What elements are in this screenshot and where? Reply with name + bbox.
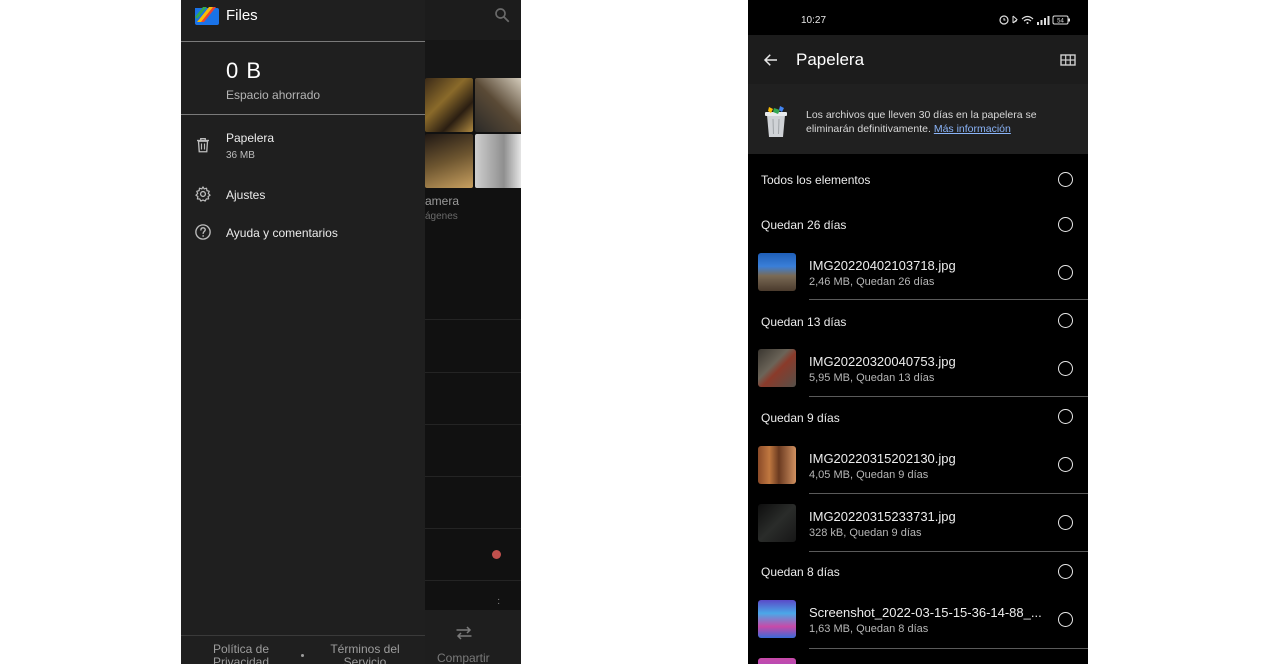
file-radio[interactable]: [1058, 361, 1073, 376]
camera-folder-label: amera: [425, 194, 460, 208]
list-divider: [425, 424, 521, 425]
privacy-policy-link[interactable]: Política de Privacidad: [201, 643, 281, 664]
trash-icon: [197, 137, 209, 153]
group-label: Quedan 26 días: [761, 218, 847, 232]
row-divider: [809, 396, 1088, 397]
file-radio[interactable]: [1058, 612, 1073, 627]
file-radio[interactable]: [1058, 457, 1073, 472]
battery-level: 54: [1057, 19, 1064, 25]
file-name: IMG20220315202130.jpg: [809, 451, 956, 466]
group-radio[interactable]: [1058, 313, 1073, 328]
group-radio[interactable]: [1058, 217, 1073, 232]
share-arrows-icon[interactable]: [455, 626, 473, 640]
files-logo-icon: [195, 7, 219, 25]
space-saved-amount: 0 B: [226, 58, 263, 83]
file-name: Screenshot_2022-03-15-15-36-14-88_...: [809, 605, 1042, 620]
group-label: Quedan 8 días: [761, 565, 840, 579]
list-divider: [425, 372, 521, 373]
app-title: Files: [226, 7, 258, 24]
file-name: IMG20220402103718.jpg: [809, 258, 956, 273]
file-thumbnail: [758, 446, 796, 484]
file-name: IMG20220315233731.jpg: [809, 509, 956, 524]
drawer-divider: [181, 41, 425, 42]
grid-view-icon[interactable]: [1060, 52, 1076, 68]
select-all-label: Todos los elementos: [761, 173, 871, 187]
footer-separator: [301, 654, 304, 657]
row-divider: [809, 493, 1088, 494]
list-divider: [425, 580, 521, 581]
list-divider: [425, 528, 521, 529]
search-icon[interactable]: [493, 6, 511, 24]
file-thumbnail: [758, 600, 796, 638]
back-arrow-icon[interactable]: [762, 51, 780, 69]
file-radio[interactable]: [1058, 515, 1073, 530]
help-icon: [195, 224, 211, 240]
file-meta: 4,05 MB, Quedan 9 días: [809, 469, 929, 481]
drawer-divider: [181, 114, 425, 115]
group-radio[interactable]: [1058, 409, 1073, 424]
file-thumbnail: [758, 349, 796, 387]
photo-thumbnail: [475, 78, 521, 132]
share-label[interactable]: Compartir: [437, 651, 490, 664]
file-meta: 328 kB, Quedan 9 días: [809, 527, 922, 539]
file-thumbnail-partial: [758, 658, 796, 664]
file-thumbnail: [758, 504, 796, 542]
photo-thumbnail: [425, 134, 473, 188]
footer-divider: [181, 635, 425, 636]
navigation-drawer: Files 0 B Espacio ahorrado Papelera 36 M…: [181, 0, 425, 664]
list-divider: [425, 319, 521, 320]
file-thumbnail: [758, 253, 796, 291]
page-title: Papelera: [796, 50, 865, 69]
file-meta: 2,46 MB, Quedan 26 días: [809, 276, 935, 288]
photo-thumbnail: [475, 134, 521, 188]
drawer-item-label: Ajustes: [226, 188, 266, 202]
left-phone-screen: amera ágenes · · Compartir Files 0 B Espa…: [181, 0, 521, 664]
drawer-item-sub: 36 MB: [226, 150, 255, 161]
photo-thumbnail: [425, 78, 473, 132]
row-divider: [809, 648, 1088, 649]
file-name: IMG20220320040753.jpg: [809, 354, 956, 369]
group-label: Quedan 9 días: [761, 411, 840, 425]
row-divider: [809, 551, 1088, 552]
notification-dot: [492, 550, 501, 559]
group-radio[interactable]: [1058, 564, 1073, 579]
group-label: Quedan 13 días: [761, 315, 847, 329]
file-meta: 5,95 MB, Quedan 13 días: [809, 372, 935, 384]
select-all-radio[interactable]: [1058, 172, 1073, 187]
file-radio[interactable]: [1058, 265, 1073, 280]
list-divider: [425, 476, 521, 477]
space-saved-label: Espacio ahorrado: [226, 88, 321, 102]
gear-icon: [195, 186, 211, 202]
right-phone-screen: 10:27 54 Papelera Los archivos que lleve: [748, 0, 1088, 664]
camera-photo-grid[interactable]: [425, 78, 521, 188]
camera-folder-sub: ágenes: [425, 211, 458, 222]
trash-bin-illustration-icon: [765, 106, 787, 137]
banner-message: Los archivos que lleven 30 días en la pa…: [806, 108, 1076, 136]
drawer-item-label: Ayuda y comentarios: [226, 226, 338, 240]
status-bar-icons: 54: [999, 15, 1070, 25]
more-vert-icon[interactable]: · ·: [497, 595, 500, 609]
row-divider: [809, 299, 1088, 300]
drawer-item-label: Papelera: [226, 131, 275, 145]
file-meta: 1,63 MB, Quedan 8 días: [809, 623, 929, 635]
status-time: 10:27: [801, 15, 827, 26]
terms-of-service-link[interactable]: Términos del Servicio: [321, 643, 409, 664]
more-info-link[interactable]: Más información: [934, 123, 1011, 135]
